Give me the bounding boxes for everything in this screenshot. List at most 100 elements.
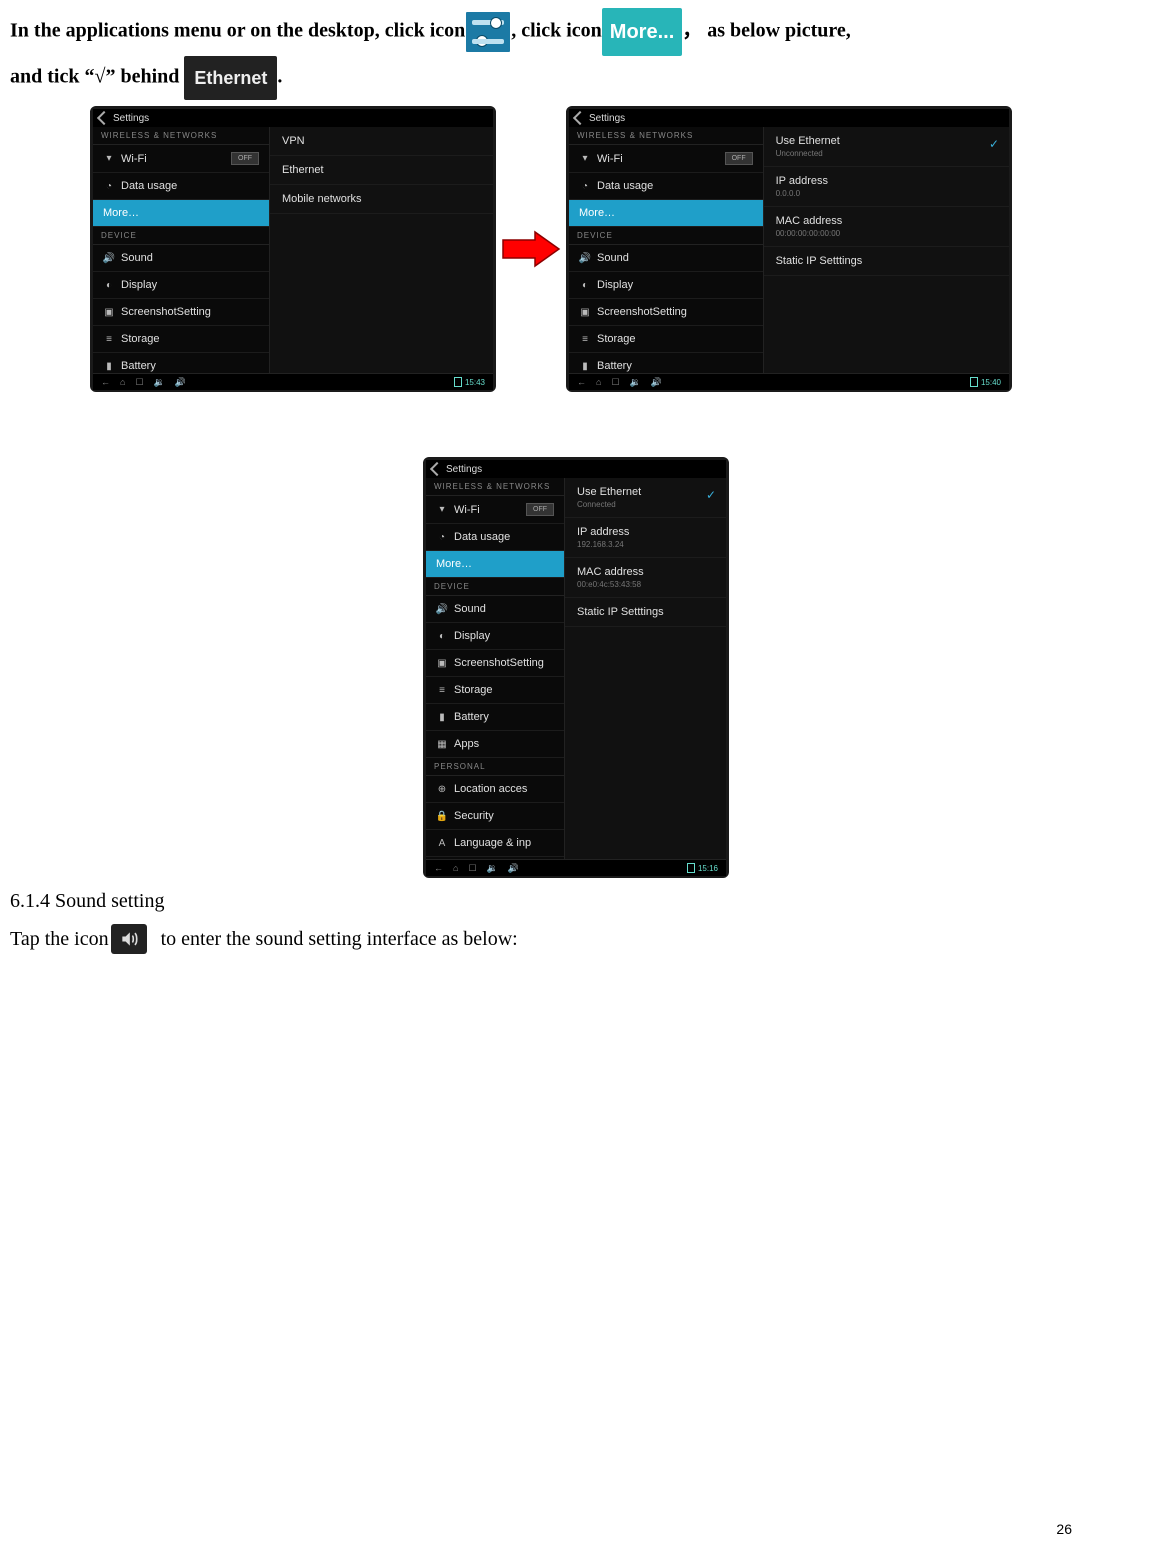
nav-home-icon[interactable]: ⌂ [120,377,125,388]
back-icon[interactable] [430,462,444,476]
sidebar-item-storage[interactable]: ≡Storage [426,677,564,704]
sidebar-item-display[interactable]: ◐Display [426,623,564,650]
pane-item-ip: IP address0.0.0.0 [764,167,1009,207]
pane-item-use-ethernet[interactable]: Use EthernetConnected✓ [565,478,726,518]
pane-item-static-ip[interactable]: Static IP Setttings [565,598,726,627]
pane-item-ethernet[interactable]: Ethernet [270,156,493,185]
sidebar-item-storage[interactable]: ≡Storage [569,326,763,353]
sidebar-item-data-usage[interactable]: ◔Data usage [93,173,269,200]
screenshot-icon: ▣ [579,306,591,318]
sidebar-item-security[interactable]: 🔒Security [426,803,564,830]
nav-vol-down-icon[interactable]: 🔉 [154,377,165,388]
screenshot-settings-more: Settings WIRELESS & NETWORKS ▾Wi-FiOFF ◔… [90,106,496,392]
section-device: DEVICE [426,578,564,596]
instr-text-4: and tick “√” behind [10,66,184,88]
battery-icon: ▮ [436,711,448,723]
security-icon: 🔒 [436,810,448,822]
display-icon: ◐ [103,279,115,291]
sidebar-item-screenshot[interactable]: ▣ScreenshotSetting [426,650,564,677]
settings-app-icon [465,11,511,53]
pane-item-use-ethernet[interactable]: Use EthernetUnconnected✓ [764,127,1009,167]
sidebar-item-sound[interactable]: 🔊Sound [569,245,763,272]
nav-home-icon[interactable]: ⌂ [453,863,458,874]
sidebar-item-location[interactable]: ⊕Location acces [426,776,564,803]
sidebar-item-screenshot[interactable]: ▣ScreenshotSetting [569,299,763,326]
check-icon[interactable]: ✓ [989,137,999,151]
tap-text-a: Tap the icon [10,921,109,957]
wifi-switch[interactable]: OFF [725,152,753,165]
ethernet-label-icon: Ethernet [184,56,277,100]
wifi-switch[interactable]: OFF [231,152,259,165]
section-device: DEVICE [93,227,269,245]
sidebar-item-screenshot[interactable]: ▣ScreenshotSetting [93,299,269,326]
apps-icon: ▦ [436,738,448,750]
sidebar-item-wifi[interactable]: ▾Wi-FiOFF [569,145,763,173]
wifi-icon: ▾ [436,504,448,516]
section-personal: PERSONAL [426,758,564,776]
sidebar-item-wifi[interactable]: ▾Wi-FiOFF [426,496,564,524]
more-button-icon: More... [602,8,682,56]
nav-vol-up-icon[interactable]: 🔊 [651,377,662,388]
pane-item-mac: MAC address00:e0:4c:53:43:58 [565,558,726,598]
nav-home-icon[interactable]: ⌂ [596,377,601,388]
sidebar-item-wifi[interactable]: ▾Wi-FiOFF [93,145,269,173]
pane-item-ip: IP address192.168.3.24 [565,518,726,558]
sidebar-item-battery[interactable]: ▮Battery [569,353,763,373]
clock: 15:40 [981,378,1001,387]
screenshot-icon: ▣ [103,306,115,318]
nav-vol-up-icon[interactable]: 🔊 [508,863,519,874]
pane-item-mobile[interactable]: Mobile networks [270,185,493,214]
battery-status-icon [970,377,978,387]
nav-recent-icon[interactable]: ☐ [611,377,619,388]
data-icon: ◔ [579,180,591,192]
sidebar-item-battery[interactable]: ▮Battery [426,704,564,731]
screen-title: Settings [446,464,482,475]
data-icon: ◔ [103,180,115,192]
back-icon[interactable] [573,111,587,125]
back-icon[interactable] [97,111,111,125]
instr-text-2: , click icon [511,20,602,42]
screen-title: Settings [113,113,149,124]
sidebar-item-display[interactable]: ◐Display [93,272,269,299]
page-number: 26 [1056,1521,1072,1537]
check-icon[interactable]: ✓ [706,488,716,502]
nav-vol-down-icon[interactable]: 🔉 [487,863,498,874]
instruction-paragraph: In the applications menu or on the deskt… [10,8,1142,100]
pane-item-static-ip[interactable]: Static IP Setttings [764,247,1009,276]
nav-back-icon[interactable]: ← [101,377,110,388]
display-icon: ◐ [436,630,448,642]
sidebar-item-language[interactable]: ALanguage & inp [426,830,564,857]
sidebar-item-data-usage[interactable]: ◔Data usage [569,173,763,200]
sidebar-item-more[interactable]: More… [569,200,763,227]
nav-vol-up-icon[interactable]: 🔊 [175,377,186,388]
section-wireless: WIRELESS & NETWORKS [426,478,564,496]
sidebar-item-storage[interactable]: ≡Storage [93,326,269,353]
nav-recent-icon[interactable]: ☐ [135,377,143,388]
storage-icon: ≡ [103,333,115,345]
sidebar-item-apps[interactable]: ▦Apps [426,731,564,758]
sidebar-item-more[interactable]: More… [93,200,269,227]
wifi-icon: ▾ [579,153,591,165]
battery-status-icon [687,863,695,873]
nav-vol-down-icon[interactable]: 🔉 [630,377,641,388]
sidebar-item-backup[interactable]: ↻Backup & reset [426,857,564,859]
clock: 15:43 [465,378,485,387]
section-heading-sound: 6.1.4 Sound setting [10,890,1142,913]
nav-back-icon[interactable]: ← [577,377,586,388]
sidebar-item-sound[interactable]: 🔊Sound [426,596,564,623]
sidebar-item-data-usage[interactable]: ◔Data usage [426,524,564,551]
screen-title: Settings [589,113,625,124]
battery-icon: ▮ [103,360,115,372]
sidebar-item-sound[interactable]: 🔊Sound [93,245,269,272]
wifi-switch[interactable]: OFF [526,503,554,516]
storage-icon: ≡ [436,684,448,696]
sidebar-item-more[interactable]: More… [426,551,564,578]
section-wireless: WIRELESS & NETWORKS [569,127,763,145]
pane-item-vpn[interactable]: VPN [270,127,493,156]
nav-recent-icon[interactable]: ☐ [468,863,476,874]
display-icon: ◐ [579,279,591,291]
sidebar-item-display[interactable]: ◐Display [569,272,763,299]
sidebar-item-battery[interactable]: ▮Battery [93,353,269,373]
nav-back-icon[interactable]: ← [434,863,443,874]
red-arrow-icon [496,230,566,268]
